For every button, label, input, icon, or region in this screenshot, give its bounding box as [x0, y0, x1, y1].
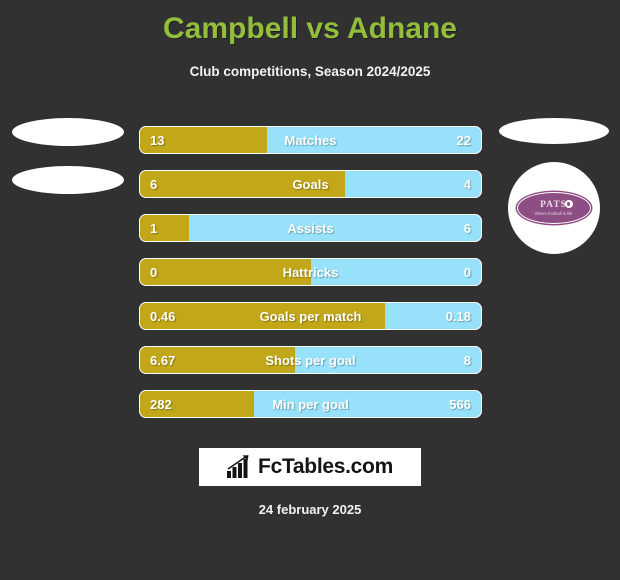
- stat-row-min-per-goal: 282 566 Min per goal: [139, 390, 482, 418]
- fctables-logo[interactable]: FcTables.com: [199, 448, 421, 486]
- home-value: 6: [150, 176, 158, 192]
- home-value: 6.67: [150, 352, 176, 368]
- away-value: 8: [463, 352, 471, 368]
- away-value: 4: [463, 176, 471, 192]
- player-comparison-infographic: { "header": { "title": "Campbell vs Adna…: [0, 0, 620, 580]
- footer-date: 24 february 2025: [258, 502, 362, 517]
- away-player-photo-placeholder: [498, 118, 609, 144]
- home-club-crest-placeholder: [11, 166, 124, 194]
- stat-row-hattricks: 0 0 Hattricks: [139, 258, 482, 286]
- stat-row-goals-per-match: 0.46 0.18 Goals per match: [139, 302, 482, 330]
- away-value: 22: [456, 132, 471, 148]
- fctables-logo-text: FcTables.com: [258, 455, 393, 478]
- home-player-photo-placeholder: [11, 118, 124, 146]
- home-value: 282: [150, 396, 172, 412]
- bar-chart-arrow-icon: [227, 455, 249, 478]
- home-value: 1: [150, 220, 158, 236]
- away-value: 0: [463, 264, 471, 280]
- home-player-media: [0, 118, 135, 214]
- crest-main-text: PATS: [540, 199, 567, 210]
- page-title: Campbell vs Adnane: [163, 12, 457, 45]
- stat-row-assists: 1 6 Assists: [139, 214, 482, 242]
- football-icon: [564, 200, 573, 208]
- home-value: 0: [150, 264, 158, 280]
- away-player-media: PATS Where football is life: [487, 118, 620, 254]
- stat-row-shots-per-goal: 6.67 8 Shots per goal: [139, 346, 482, 374]
- crest-badge: PATS Where football is life: [516, 192, 591, 224]
- home-value: 0.46: [150, 308, 176, 324]
- away-value: 0.18: [445, 308, 471, 324]
- stat-row-matches: 13 22 Matches: [139, 126, 482, 154]
- page-subtitle: Club competitions, Season 2024/2025: [189, 64, 431, 79]
- stat-row-goals: 6 4 Goals: [139, 170, 482, 198]
- home-value: 13: [150, 132, 165, 148]
- away-value: 6: [463, 220, 471, 236]
- away-club-crest: PATS Where football is life: [507, 162, 600, 254]
- stat-bars: 13 22 Matches 6 4 Goals 1 6 Assists 0 0 …: [139, 126, 482, 434]
- header: Campbell vs Adnane Club competitions, Se…: [0, 0, 620, 80]
- crest-sub-text: Where football is life: [534, 210, 573, 216]
- away-value: 566: [449, 396, 471, 412]
